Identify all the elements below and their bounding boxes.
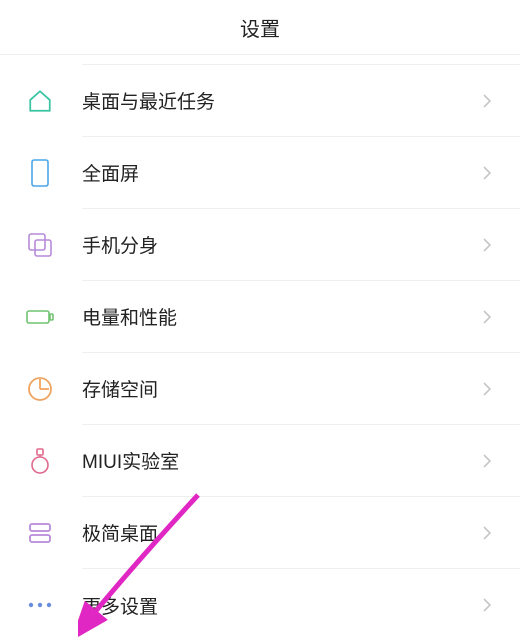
row-label: 极简桌面 (82, 519, 482, 546)
row-simple-desktop[interactable]: 极简桌面 (82, 497, 520, 569)
chevron-right-icon (482, 597, 492, 613)
simple-icon (24, 517, 56, 549)
clone-icon (24, 229, 56, 261)
row-desktop-recent[interactable]: 桌面与最近任务 (82, 65, 520, 137)
row-label: 更多设置 (82, 592, 482, 619)
chevron-right-icon (482, 93, 492, 109)
dots-icon (24, 589, 56, 621)
row-fullscreen[interactable]: 全面屏 (82, 137, 520, 209)
row-battery-performance[interactable]: 电量和性能 (82, 281, 520, 353)
row-label: 电量和性能 (82, 303, 482, 330)
page-title: 设置 (240, 13, 280, 42)
chevron-right-icon (482, 453, 492, 469)
row-second-space[interactable]: 手机分身 (82, 209, 520, 281)
lab-icon (24, 445, 56, 477)
chevron-right-icon (482, 237, 492, 253)
settings-list: 桌面与最近任务 全面屏 手机分身 (0, 65, 520, 640)
battery-icon (24, 301, 56, 333)
row-label: 全面屏 (82, 159, 482, 186)
row-label: 手机分身 (82, 231, 482, 258)
phone-icon (24, 157, 56, 189)
row-label: MIUI实验室 (82, 447, 482, 474)
row-label: 桌面与最近任务 (82, 87, 482, 114)
divider (82, 55, 520, 65)
storage-icon (24, 373, 56, 405)
header: 设置 (0, 0, 520, 55)
settings-screen: 设置 桌面与最近任务 全面屏 (0, 0, 520, 640)
row-storage[interactable]: 存储空间 (82, 353, 520, 425)
row-miui-lab[interactable]: MIUI实验室 (82, 425, 520, 497)
chevron-right-icon (482, 525, 492, 541)
home-icon (24, 85, 56, 117)
chevron-right-icon (482, 165, 492, 181)
chevron-right-icon (482, 381, 492, 397)
row-more-settings[interactable]: 更多设置 (82, 569, 520, 640)
row-label: 存储空间 (82, 375, 482, 402)
chevron-right-icon (482, 309, 492, 325)
